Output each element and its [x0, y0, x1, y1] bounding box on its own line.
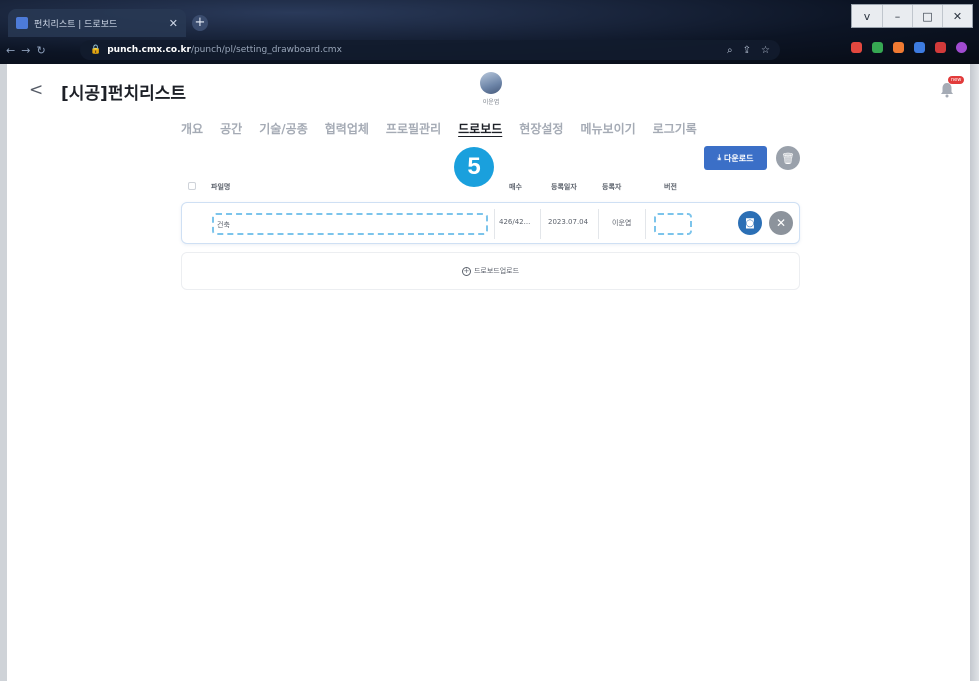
tab-close-icon[interactable]: ✕ [169, 17, 178, 30]
delete-row-button[interactable]: ✕ [769, 211, 793, 235]
table-header: 파일명 매수 등록일자 등록자 버전 [181, 180, 799, 196]
trash-icon: 🗑 [781, 151, 795, 165]
divider [494, 209, 495, 239]
tab-partners[interactable]: 협력업체 [325, 120, 369, 137]
camera-icon: ◙ [745, 217, 755, 229]
filename-input[interactable]: 건축 [212, 213, 488, 235]
share-icon[interactable]: ⇪ [743, 45, 751, 56]
header-date: 등록일자 [551, 183, 577, 191]
tab-space[interactable]: 공간 [220, 120, 242, 137]
upload-label: 드로보드업로드 [473, 267, 520, 275]
tab-favicon-icon [16, 17, 28, 29]
divider [645, 209, 646, 239]
nav-controls: ← → ↻ [0, 44, 78, 57]
date-value: 2023.07.04 [548, 218, 589, 226]
delete-all-button[interactable]: 🗑 [776, 146, 800, 170]
close-icon: ✕ [775, 216, 787, 230]
plus-circle-icon: + [461, 266, 471, 276]
omnibox-icons: ⌕ ⇪ ☆ [727, 45, 770, 56]
reload-icon[interactable]: ↻ [36, 44, 45, 57]
registrant-value: 이운엽 [612, 219, 632, 227]
divider [598, 209, 599, 239]
tab-site-settings[interactable]: 현장설정 [519, 120, 563, 137]
user-profile[interactable]: 이운엽 [473, 72, 509, 106]
zoom-icon[interactable]: ⌕ [727, 45, 733, 56]
extension-green-icon[interactable] [872, 42, 883, 53]
download-button[interactable]: ⤓ 다운로드 [704, 146, 767, 170]
avatar [480, 72, 502, 94]
filename-value: 건축 [217, 221, 230, 229]
browser-tab[interactable]: 펀치리스트 | 드로보드 ✕ [8, 9, 186, 37]
version-input[interactable] [654, 213, 692, 235]
extension-orange-icon[interactable] [893, 42, 904, 53]
lock-icon: 🔒 [90, 45, 102, 55]
settings-tabs: 개요 공간 기술/공종 협력업체 프로필관리 드로보드 현장설정 메뉴보이기 로… [181, 120, 697, 137]
close-window-button[interactable]: ✕ [942, 5, 972, 27]
pages-value: 426/42... [499, 218, 531, 226]
browser-chrome: 펀치리스트 | 드로보드 ✕ + v – □ ✕ ← → ↻ 🔒 punch.c… [0, 0, 979, 64]
page-content: < [시공]펀치리스트 이운엽 new 개요 공간 기술/공종 협력업체 프로필… [7, 64, 970, 681]
tab-trade[interactable]: 기술/공종 [259, 120, 308, 137]
table-row[interactable]: 건축 426/42... 2023.07.04 이운엽 ◙ ✕ [181, 202, 800, 244]
back-arrow-icon[interactable]: ← [6, 44, 15, 57]
forward-arrow-icon[interactable]: → [21, 44, 30, 57]
bookmark-star-icon[interactable]: ☆ [761, 45, 770, 56]
download-icon: ⤓ [717, 153, 722, 162]
profile-avatar-icon[interactable] [956, 42, 967, 53]
tab-profiles[interactable]: 프로필관리 [386, 120, 441, 137]
tab-log[interactable]: 로그기록 [653, 120, 697, 137]
maximize-button[interactable]: □ [912, 5, 942, 27]
url-bar[interactable]: 🔒 punch.cmx.co.kr/punch/pl/setting_drawb… [80, 40, 780, 60]
tab-overview[interactable]: 개요 [181, 120, 203, 137]
new-tab-button[interactable]: + [192, 15, 208, 31]
extension-red-icon[interactable] [851, 42, 862, 53]
header-filename: 파일명 [211, 183, 231, 191]
tab-title: 펀치리스트 | 드로보드 [34, 19, 118, 30]
url-text: punch.cmx.co.kr/punch/pl/setting_drawboa… [107, 45, 342, 55]
header-version: 버전 [664, 183, 677, 191]
right-edge [970, 64, 979, 681]
page-title: [시공]펀치리스트 [61, 84, 187, 104]
notification-badge: new [948, 76, 965, 84]
tab-menu-visibility[interactable]: 메뉴보이기 [580, 120, 635, 137]
address-bar-row: ← → ↻ 🔒 punch.cmx.co.kr/punch/pl/setting… [0, 38, 979, 62]
user-name: 이운엽 [482, 99, 500, 106]
header-pages: 매수 [509, 183, 522, 191]
notification-bell-icon[interactable] [939, 82, 955, 98]
extension-puzzle-icon[interactable] [935, 42, 946, 53]
back-button[interactable]: < [29, 80, 43, 100]
select-all-checkbox[interactable] [188, 182, 196, 190]
header-registrant: 등록자 [602, 183, 622, 191]
extension-blue-icon[interactable] [914, 42, 925, 53]
tab-search-button[interactable]: v [852, 5, 882, 27]
extension-icons [851, 42, 967, 53]
download-label: 다운로드 [724, 153, 754, 163]
minimize-button[interactable]: – [882, 5, 912, 27]
camera-button[interactable]: ◙ [738, 211, 762, 235]
window-controls: v – □ ✕ [851, 4, 973, 28]
drawboard-upload-button[interactable]: + 드로보드업로드 [181, 252, 800, 290]
tab-drawboard[interactable]: 드로보드 [458, 120, 502, 137]
divider [540, 209, 541, 239]
